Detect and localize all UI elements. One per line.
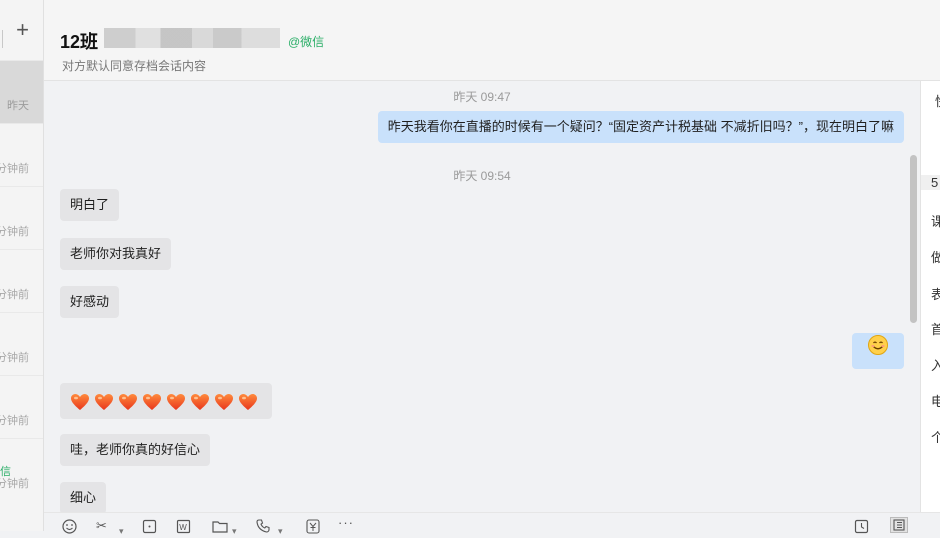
screenshot-icon[interactable]	[142, 519, 157, 536]
message-bubble-incoming[interactable]: 哇，老师你真的好信心	[60, 434, 211, 466]
side-panel-item[interactable]: 首	[931, 319, 940, 338]
add-area: +	[0, 0, 43, 60]
more-icon[interactable]: ···	[338, 516, 354, 529]
message-bubble-outgoing[interactable]: 昨天我看你在直播的时候有一个疑问？“固定资产计税基础 不减折旧吗？”，现在明白了…	[377, 111, 904, 143]
conversation-time: 分钟前	[0, 226, 29, 238]
conversation-list: + 昨天 分钟前 分钟前 分钟前 分钟前 分钟前 信 分钟前	[0, 0, 44, 531]
scissors-icon[interactable]: ✂	[96, 519, 107, 532]
chevron-down-icon[interactable]: ▾	[232, 525, 237, 538]
side-panel-item[interactable]: 做	[931, 247, 940, 266]
panel-icon[interactable]	[890, 517, 908, 535]
message-timestamp: 昨天 09:47	[453, 90, 511, 104]
heart-emoji-icon	[94, 393, 114, 411]
conversation-time: 分钟前	[0, 289, 29, 301]
chat-title[interactable]: 12班	[60, 28, 98, 54]
side-panel-item[interactable]: 个	[931, 427, 940, 446]
heart-emoji-icon	[70, 393, 90, 411]
heart-emoji-icon	[166, 393, 186, 411]
side-panel: 快 5 课 做 表 首 入 电 个	[920, 81, 940, 531]
archive-notice: 对方默认同意存档会话内容	[62, 59, 207, 73]
conversation-item[interactable]: 分钟前	[0, 123, 43, 186]
message-bubble-outgoing[interactable]	[852, 333, 904, 369]
side-panel-item[interactable]: 入	[931, 355, 940, 374]
side-panel-item[interactable]: 电	[931, 391, 940, 410]
chevron-down-icon[interactable]: ▾	[119, 525, 124, 538]
chat-scrollbar[interactable]	[910, 155, 917, 323]
heart-emoji-icon	[214, 393, 234, 411]
heart-emoji-icon	[142, 393, 162, 411]
side-panel-title: 快	[935, 91, 940, 110]
folder-icon[interactable]	[212, 519, 228, 535]
chat-header: 12班 @微信 对方默认同意存档会话内容	[44, 0, 940, 81]
message-bubble-incoming[interactable]: 明白了	[60, 189, 120, 221]
add-icon[interactable]: +	[16, 19, 29, 41]
side-panel-item[interactable]: 5	[921, 175, 940, 190]
side-panel-item[interactable]: 表	[931, 284, 940, 303]
conversation-item[interactable]: 昨天	[0, 60, 43, 123]
conversation-item[interactable]: 分钟前	[0, 186, 43, 249]
divider	[2, 30, 3, 48]
conversation-item[interactable]: 分钟前	[0, 249, 43, 312]
send-clock-icon[interactable]	[854, 519, 869, 536]
message-timestamp: 昨天 09:54	[453, 169, 511, 183]
wechat-tag: @微信	[288, 35, 325, 49]
emoji-icon[interactable]	[62, 519, 77, 536]
message-bubble-incoming[interactable]	[60, 383, 272, 419]
heart-emoji-row	[70, 393, 262, 411]
chevron-down-icon[interactable]: ▾	[278, 525, 283, 538]
side-panel-item[interactable]: 课	[931, 211, 940, 230]
conversation-time: 分钟前	[0, 478, 29, 490]
conversation-time: 分钟前	[0, 163, 29, 175]
conversation-item[interactable]: 分钟前	[0, 375, 43, 438]
redacted-name	[104, 28, 280, 48]
smile-emoji-icon	[867, 334, 889, 368]
heart-emoji-icon	[118, 393, 138, 411]
word-doc-icon[interactable]: W	[176, 519, 191, 536]
heart-emoji-icon	[190, 393, 210, 411]
message-list[interactable]: 昨天 09:47 昨天我看你在直播的时候有一个疑问？“固定资产计税基础 不减折旧…	[44, 81, 920, 512]
conversation-item[interactable]: 信 分钟前	[0, 438, 43, 501]
conversation-time: 昨天	[7, 100, 29, 112]
message-bubble-incoming[interactable]: 细心	[60, 482, 107, 512]
input-toolbar: ✂ ▾ W ▾ ▾ ···	[44, 512, 940, 536]
message-bubble-incoming[interactable]: 老师你对我真好	[60, 238, 172, 270]
message-bubble-incoming[interactable]: 好感动	[60, 286, 120, 318]
conversation-item[interactable]: 分钟前	[0, 312, 43, 375]
conversation-time: 分钟前	[0, 352, 29, 364]
heart-emoji-icon	[238, 393, 258, 411]
conversation-time: 分钟前	[0, 415, 29, 427]
phone-icon[interactable]	[256, 519, 270, 535]
yuan-icon[interactable]	[306, 519, 320, 536]
